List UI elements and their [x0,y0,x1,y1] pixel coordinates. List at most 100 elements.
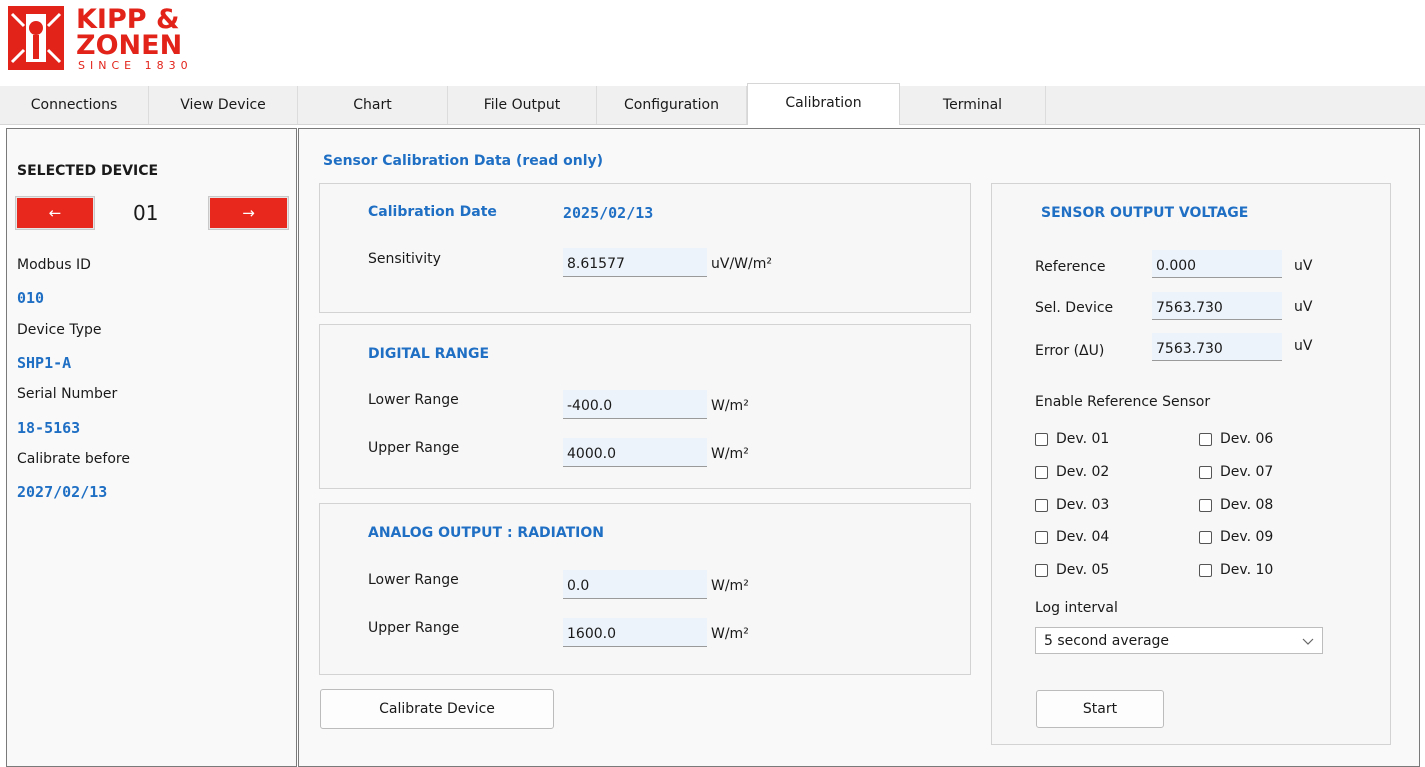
serial-number-label: Serial Number [17,386,118,402]
calibrate-before-value: 2027/02/13 [17,483,108,501]
error-unit: uV [1294,338,1313,354]
tab-calibration[interactable]: Calibration [747,83,900,125]
analog-output-group: ANALOG OUTPUT : RADIATION Lower Range W/… [319,503,971,675]
next-device-button[interactable]: → [208,196,289,230]
tab-label: View Device [180,97,266,113]
tab-configuration[interactable]: Configuration [597,86,747,124]
checkbox-label: Dev. 10 [1220,562,1274,578]
checkbox-label: Dev. 02 [1056,464,1110,480]
logo-line3: SINCE 1830 [78,59,193,72]
log-interval-select[interactable]: 5 second average [1035,627,1323,654]
device-type-value: SHP1-A [17,354,72,372]
checkbox-label: Dev. 05 [1056,562,1110,578]
analog-upper-range-field[interactable] [563,618,707,647]
sel-device-voltage-field[interactable] [1152,292,1282,320]
reference-voltage-field[interactable] [1152,250,1282,278]
dev-01-checkbox[interactable]: Dev. 01 [1035,431,1109,447]
checkbox-label: Dev. 01 [1056,431,1110,447]
kipp-zonen-logo: KIPP & ZONEN SINCE 1830 [8,6,228,74]
tab-label: Configuration [624,97,719,113]
checkbox-box-icon [1199,465,1212,479]
calibration-data-group: Calibration Date 2025/02/13 Sensitivity … [319,183,971,313]
tab-label: Calibration [785,95,862,111]
tab-chart[interactable]: Chart [298,86,448,124]
checkbox-label: Dev. 09 [1220,529,1274,545]
sensitivity-unit: uV/W/m² [711,256,772,272]
sensitivity-label: Sensitivity [368,251,441,267]
tab-view-device[interactable]: View Device [149,86,298,124]
digital-upper-range-unit: W/m² [711,446,749,462]
selected-device-panel: SELECTED DEVICE ← 01 → Modbus ID 010 Dev… [6,128,297,767]
start-button[interactable]: Start [1036,690,1164,728]
sensor-output-voltage-group: SENSOR OUTPUT VOLTAGE Reference uV Sel. … [991,183,1391,745]
sel-device-unit: uV [1294,299,1313,315]
device-type-label: Device Type [17,322,102,338]
analog-output-heading: ANALOG OUTPUT : RADIATION [368,525,604,541]
error-label: Error (ΔU) [1035,343,1105,359]
analog-upper-range-label: Upper Range [368,620,460,636]
error-voltage-field[interactable] [1152,333,1282,361]
checkbox-box-icon [1199,498,1212,512]
digital-lower-range-unit: W/m² [711,398,749,414]
checkbox-box-icon [1199,530,1212,544]
serial-number-value: 18-5163 [17,419,81,437]
log-interval-value: 5 second average [1044,632,1170,649]
digital-lower-range-field[interactable] [563,390,707,419]
chevron-down-icon [1302,638,1314,645]
checkbox-box-icon [1035,498,1048,512]
calibration-main-panel: Sensor Calibration Data (read only) Cali… [298,128,1420,767]
dev-02-checkbox[interactable]: Dev. 02 [1035,464,1109,480]
digital-upper-range-label: Upper Range [368,440,460,456]
checkbox-box-icon [1035,563,1048,577]
logo-line1: KIPP & [76,4,180,35]
dev-08-checkbox[interactable]: Dev. 08 [1199,497,1273,513]
modbus-id-label: Modbus ID [17,257,91,273]
digital-range-group: DIGITAL RANGE Lower Range W/m² Upper Ran… [319,324,971,489]
analog-lower-range-field[interactable] [563,570,707,599]
digital-lower-range-label: Lower Range [368,392,459,408]
tab-label: Connections [30,97,118,113]
enable-reference-sensor-label: Enable Reference Sensor [1035,394,1211,410]
sel-device-label: Sel. Device [1035,300,1114,316]
tab-connections[interactable]: Connections [0,86,149,124]
checkbox-box-icon [1035,432,1048,446]
calibration-date-label: Calibration Date [368,204,497,220]
calibrate-before-label: Calibrate before [17,451,130,467]
tab-label: File Output [483,97,561,113]
analog-lower-range-unit: W/m² [711,578,749,594]
dev-07-checkbox[interactable]: Dev. 07 [1199,464,1273,480]
dev-05-checkbox[interactable]: Dev. 05 [1035,562,1109,578]
checkbox-box-icon [1035,530,1048,544]
selected-device-heading: SELECTED DEVICE [17,163,159,179]
checkbox-label: Dev. 07 [1220,464,1274,480]
checkbox-box-icon [1199,432,1212,446]
reference-unit: uV [1294,258,1313,274]
checkbox-label: Dev. 08 [1220,497,1274,513]
analog-lower-range-label: Lower Range [368,572,459,588]
dev-04-checkbox[interactable]: Dev. 04 [1035,529,1109,545]
device-number: 01 [133,201,159,225]
dev-10-checkbox[interactable]: Dev. 10 [1199,562,1273,578]
reference-label: Reference [1035,259,1106,275]
dev-03-checkbox[interactable]: Dev. 03 [1035,497,1109,513]
analog-upper-range-unit: W/m² [711,626,749,642]
tab-file-output[interactable]: File Output [448,86,597,124]
digital-upper-range-field[interactable] [563,438,707,467]
left-arrow-icon: ← [48,204,62,222]
checkbox-label: Dev. 06 [1220,431,1274,447]
log-interval-label: Log interval [1035,600,1118,616]
right-arrow-icon: → [242,204,255,222]
checkbox-label: Dev. 03 [1056,497,1110,513]
tab-label: Terminal [942,97,1003,113]
sensitivity-field[interactable] [563,248,707,277]
logo-emblem-icon [8,6,64,70]
calibrate-device-button[interactable]: Calibrate Device [320,689,554,729]
tab-bar: Connections View Device Chart File Outpu… [0,83,1425,125]
dev-09-checkbox[interactable]: Dev. 09 [1199,529,1273,545]
checkbox-box-icon [1035,465,1048,479]
dev-06-checkbox[interactable]: Dev. 06 [1199,431,1273,447]
previous-device-button[interactable]: ← [15,196,95,230]
tab-terminal[interactable]: Terminal [900,86,1046,124]
sensor-output-voltage-heading: SENSOR OUTPUT VOLTAGE [1041,205,1249,221]
checkbox-label: Dev. 04 [1056,529,1110,545]
